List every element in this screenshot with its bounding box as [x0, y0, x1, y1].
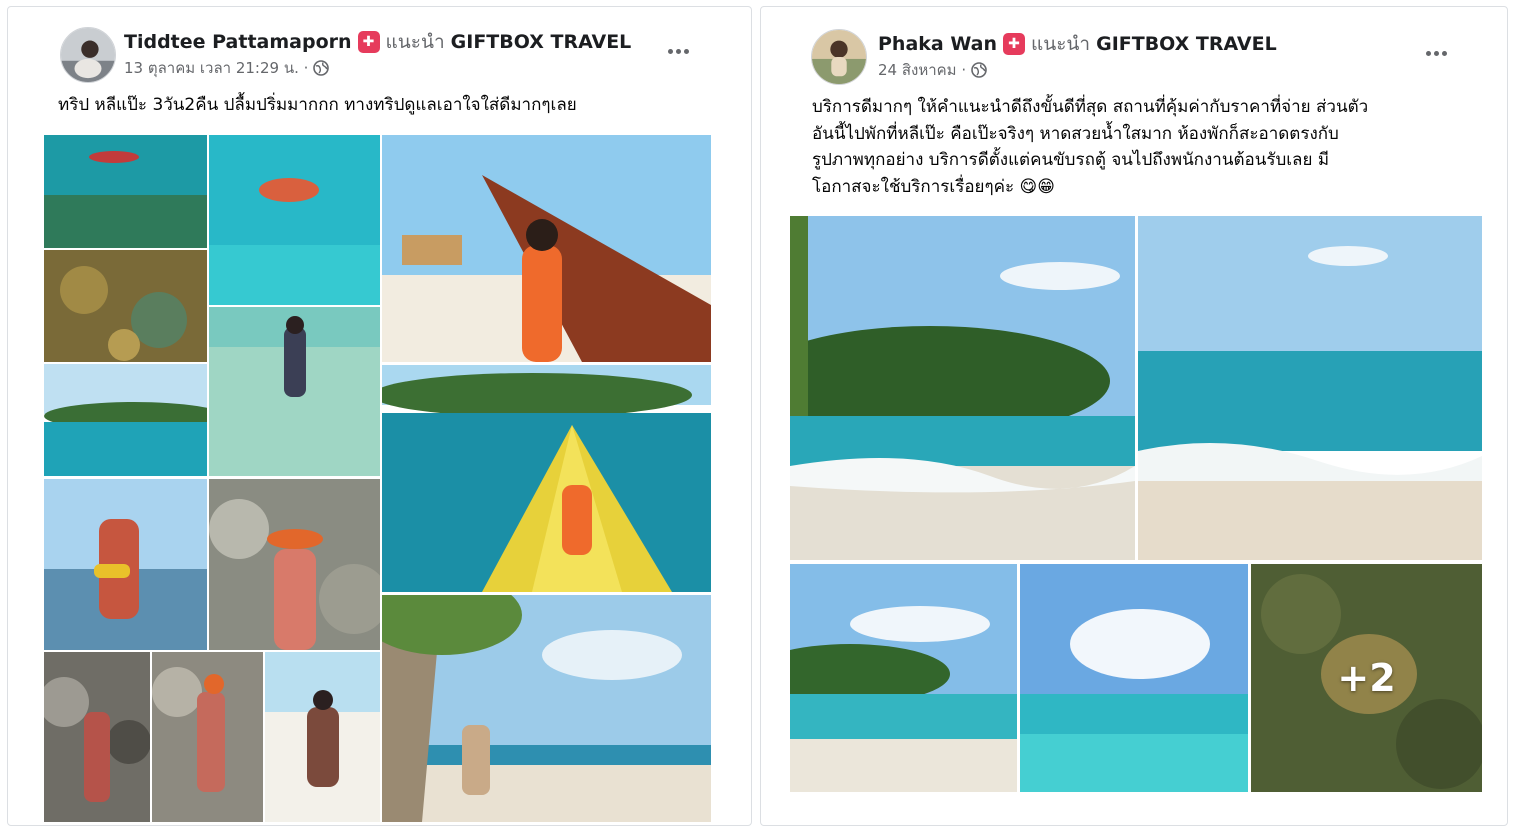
post-card: Phaka Wan ✚ แนะนำ GIFTBOX TRAVEL 24 สิงห…	[760, 6, 1508, 826]
more-options-icon[interactable]	[660, 41, 696, 61]
more-photos-count[interactable]: +2	[1251, 564, 1482, 792]
post-photo[interactable]	[790, 216, 1135, 560]
post-text: บริการดีมากๆ ให้คำแนะนำดีถึงขั้นดีที่สุด…	[812, 94, 1368, 200]
author-avatar[interactable]	[60, 27, 116, 83]
recommends-label: แนะนำ	[385, 31, 445, 53]
post-photo[interactable]: +2	[1251, 564, 1482, 792]
post-timestamp[interactable]: 24 สิงหาคม ·	[878, 58, 966, 82]
post-card: Tiddtee Pattamaporn ✚ แนะนำ GIFTBOX TRAV…	[7, 6, 752, 826]
post-text-line: โอกาสจะใช้บริการเรื่อยๆค่ะ 😋😁	[812, 176, 1055, 197]
post-photo[interactable]	[382, 595, 711, 822]
post-photo[interactable]	[382, 135, 711, 362]
globe-icon	[313, 60, 330, 76]
post-photo[interactable]	[44, 250, 207, 362]
post-photo[interactable]	[209, 135, 380, 305]
author-name[interactable]: Phaka Wan	[878, 33, 997, 55]
post-meta: 24 สิงหาคม ·	[878, 58, 987, 82]
page-name-link[interactable]: GIFTBOX TRAVEL	[1096, 33, 1277, 55]
author-avatar[interactable]	[811, 29, 867, 85]
post-photo[interactable]	[790, 564, 1017, 792]
post-header-line: Phaka Wan ✚ แนะนำ GIFTBOX TRAVEL	[878, 29, 1277, 59]
post-photo[interactable]	[44, 364, 207, 476]
post-text-line: บริการดีมากๆ ให้คำแนะนำดีถึงขั้นดีที่สุด…	[812, 97, 1369, 117]
post-timestamp[interactable]: 13 ตุลาคม เวลา 21:29 น. ·	[124, 56, 308, 80]
post-photo[interactable]	[382, 365, 711, 592]
post-text-line: อันนี้ไปพักที่หลีเป๊ะ คือเป๊ะจริงๆ หาดสว…	[812, 123, 1339, 144]
recommend-badge-icon: ✚	[1002, 33, 1025, 55]
post-photo[interactable]	[265, 652, 380, 822]
post-header-line: Tiddtee Pattamaporn ✚ แนะนำ GIFTBOX TRAV…	[124, 27, 631, 57]
recommend-badge-icon: ✚	[357, 31, 380, 53]
author-name[interactable]: Tiddtee Pattamaporn	[124, 31, 352, 53]
post-photo[interactable]	[44, 479, 207, 650]
post-meta: 13 ตุลาคม เวลา 21:29 น. ·	[124, 56, 330, 80]
more-options-icon[interactable]	[1418, 43, 1454, 63]
globe-icon	[971, 62, 987, 78]
post-photo[interactable]	[152, 652, 263, 822]
post-text-line: รูปภาพทุกอย่าง บริการดีตั้งแต่คนขับรถตู้…	[812, 150, 1330, 170]
post-text-line: ทริป หลีแป๊ะ 3วัน2คืน ปลื้มปริ่มมากกก ทา…	[58, 95, 577, 115]
post-photo[interactable]	[209, 307, 380, 476]
recommends-label: แนะนำ	[1030, 33, 1091, 55]
page-name-link[interactable]: GIFTBOX TRAVEL	[451, 31, 632, 53]
post-text: ทริป หลีแป๊ะ 3วัน2คืน ปลื้มปริ่มมากกก ทา…	[58, 92, 577, 119]
post-photo[interactable]	[1020, 564, 1248, 792]
post-photo[interactable]	[1138, 216, 1482, 560]
post-photo[interactable]	[44, 652, 150, 822]
post-photo[interactable]	[209, 479, 380, 650]
post-photo[interactable]	[44, 135, 207, 248]
